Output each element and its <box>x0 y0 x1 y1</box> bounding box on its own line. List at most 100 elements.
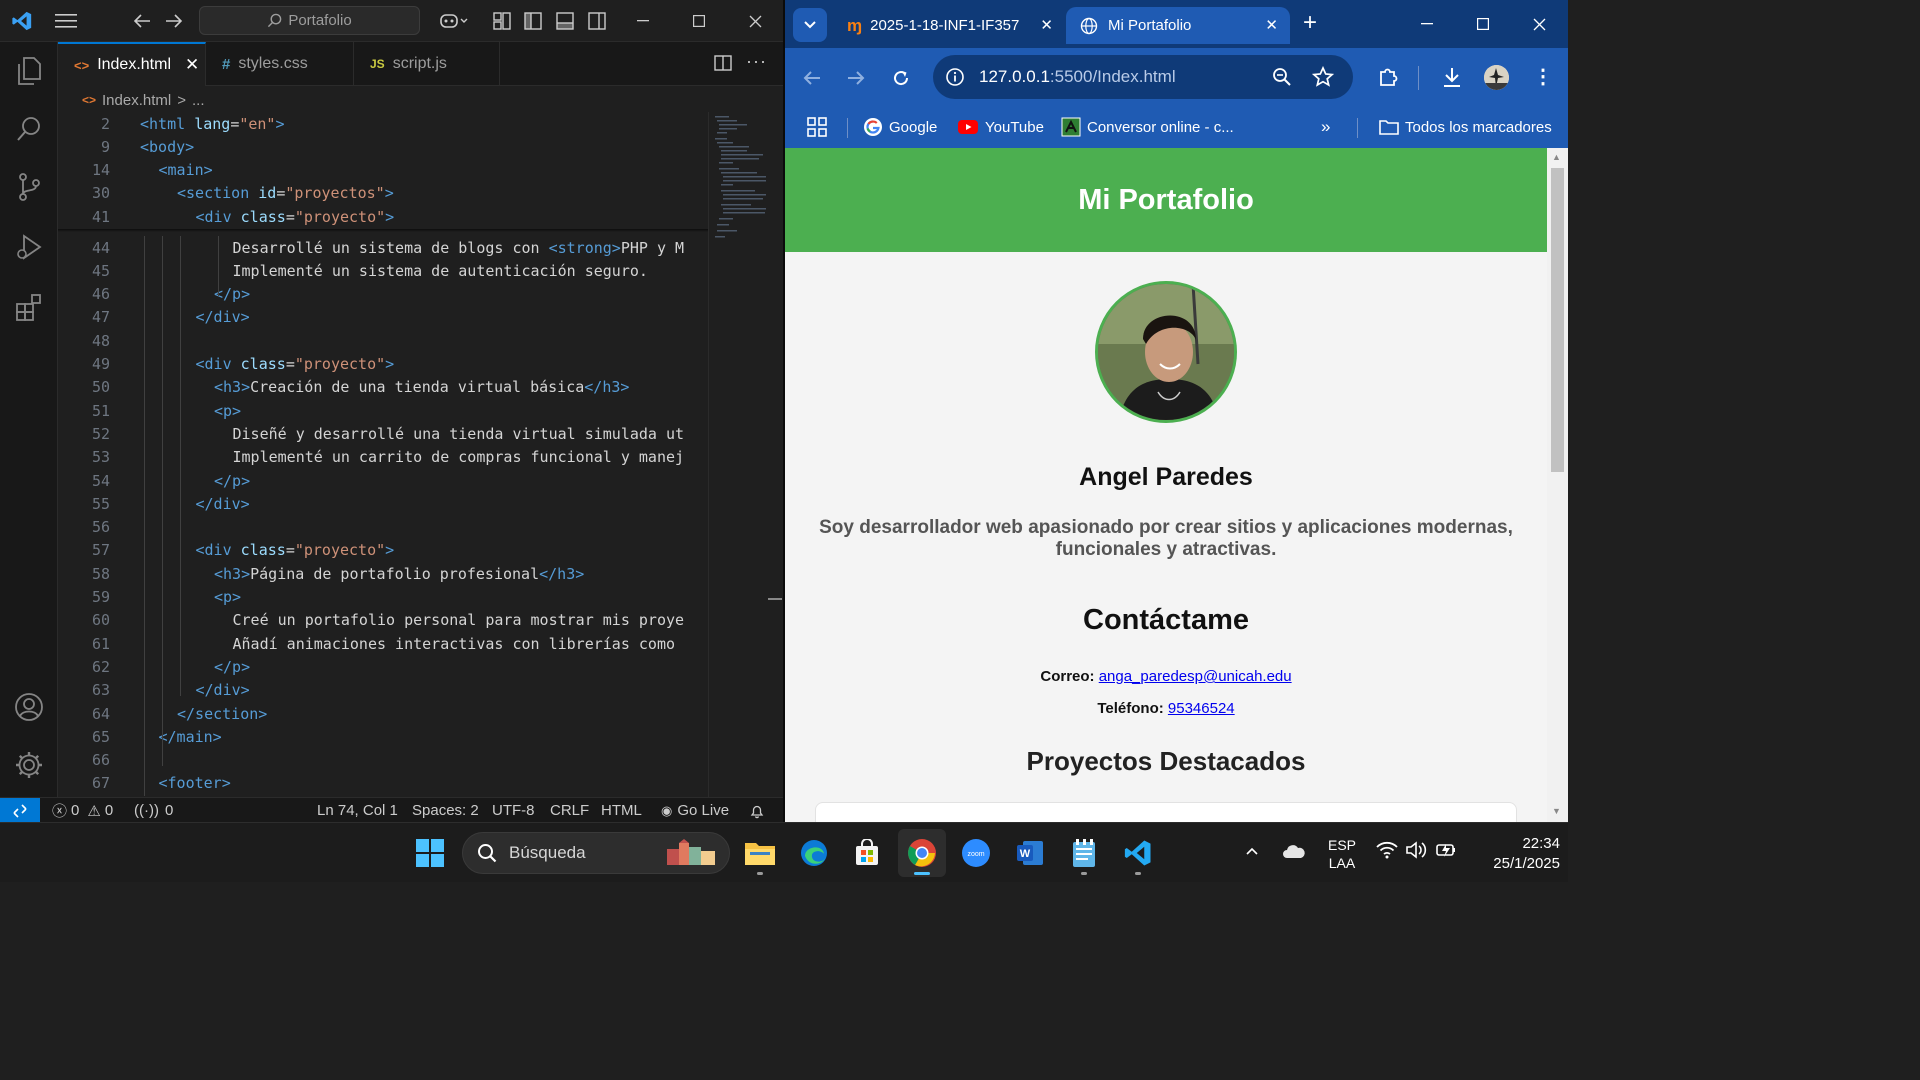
extensions-icon[interactable] <box>12 290 46 324</box>
cursor-position[interactable]: Ln 74, Col 1 <box>317 798 398 823</box>
email-link[interactable]: anga_paredesp@unicah.edu <box>1099 668 1292 685</box>
explorer-icon[interactable] <box>12 54 46 88</box>
ports-indicator[interactable]: ((·)) 0 <box>134 798 173 823</box>
toggle-sidebar-icon[interactable] <box>521 9 545 33</box>
copilot-icon[interactable] <box>436 9 472 33</box>
page-scrollbar[interactable]: ▲ ▼ <box>1547 148 1568 822</box>
taskbar-search[interactable]: Búsqueda <box>462 832 730 874</box>
sticky-code-line[interactable]: 41 <div class="proyecto"> <box>58 205 708 228</box>
download-icon[interactable] <box>1439 64 1465 90</box>
code-line[interactable]: 44 Desarrollé un sistema de blogs con <st… <box>58 236 708 259</box>
bookmark-youtube[interactable]: YouTube <box>957 114 1044 140</box>
browser-tab-moodle[interactable]: ɱ 2025-1-18-INF1-IF357 ✕ <box>833 7 1065 44</box>
minimap[interactable] <box>708 112 769 797</box>
code-editor[interactable]: 2 <html lang="en"> 9 <body> 14 <main> 30 <secti… <box>58 112 708 797</box>
tab-search-button[interactable] <box>793 8 827 42</box>
address-bar[interactable]: 127.0.0.1:5500/Index.html <box>933 55 1353 99</box>
toggle-secondary-sidebar-icon[interactable] <box>585 9 609 33</box>
code-line[interactable]: 58 <h3>Página de portafolio profesional</… <box>58 562 708 585</box>
code-line[interactable]: 55 </div> <box>58 492 708 515</box>
vscode-app[interactable] <box>1114 829 1162 877</box>
zoom-icon[interactable] <box>1272 67 1292 87</box>
sticky-code-line[interactable]: 30 <section id="proyectos"> <box>58 182 708 205</box>
bookmark-converter[interactable]: Conversor online - c... <box>1061 114 1234 140</box>
file-explorer-app[interactable] <box>736 829 784 877</box>
code-line[interactable]: 48 <box>58 329 708 352</box>
forward-arrow-icon[interactable] <box>843 65 869 91</box>
scroll-down-arrow-icon[interactable]: ▼ <box>1552 806 1561 816</box>
close-tab-icon[interactable]: ✕ <box>1040 16 1053 34</box>
notifications-bell-icon[interactable] <box>749 798 765 823</box>
go-live-button[interactable]: ◉ Go Live <box>661 798 729 823</box>
bookmark-star-icon[interactable] <box>1312 66 1334 88</box>
reload-icon[interactable] <box>888 65 914 91</box>
maximize-button[interactable] <box>1455 0 1511 48</box>
remote-indicator-icon[interactable] <box>0 798 40 823</box>
search-icon[interactable] <box>12 112 46 146</box>
new-tab-plus-icon[interactable]: + <box>1303 10 1317 36</box>
customize-layout-icon[interactable] <box>490 9 514 33</box>
back-arrow-icon[interactable] <box>130 9 154 33</box>
input-language-indicator[interactable]: ESP LAA <box>1322 836 1362 872</box>
close-tab-icon[interactable]: ✕ <box>1265 16 1278 34</box>
code-line[interactable]: 67 <footer> <box>58 772 708 795</box>
scroll-thumb[interactable] <box>1551 168 1564 472</box>
split-editor-icon[interactable] <box>714 54 732 77</box>
code-line[interactable]: 50 <h3>Creación de una tienda virtual bás… <box>58 376 708 399</box>
show-hidden-icons-chevron-icon[interactable] <box>1245 843 1259 861</box>
toggle-panel-icon[interactable] <box>553 9 577 33</box>
code-line[interactable]: 56 <box>58 516 708 539</box>
code-line[interactable]: 61 Añadí animaciones interactivas con lib… <box>58 632 708 655</box>
indentation[interactable]: Spaces: 2 <box>412 798 479 823</box>
tab-script-js[interactable]: JS script.js <box>354 42 500 86</box>
extensions-puzzle-icon[interactable] <box>1375 64 1401 90</box>
chrome-menu-icon[interactable]: ⋮ <box>1533 64 1553 90</box>
code-line[interactable]: 66 <box>58 749 708 772</box>
more-actions-icon[interactable]: ··· <box>746 51 767 72</box>
code-line[interactable]: 46 </p> <box>58 283 708 306</box>
zoom-app[interactable]: zoom <box>952 829 1000 877</box>
run-debug-icon[interactable] <box>12 230 46 264</box>
encoding[interactable]: UTF-8 <box>492 798 535 823</box>
problems-indicator[interactable]: ⓧ 0 ⚠ 0 <box>52 798 113 823</box>
sticky-code-line[interactable]: 14 <main> <box>58 159 708 182</box>
maximize-button[interactable] <box>671 0 727 42</box>
close-tab-icon[interactable]: ✕ <box>185 55 199 75</box>
close-button[interactable] <box>727 0 783 42</box>
code-line[interactable]: 53 Implementé un carrito de compras funci… <box>58 446 708 469</box>
onedrive-cloud-icon[interactable] <box>1282 843 1306 864</box>
microsoft-store-app[interactable] <box>843 829 891 877</box>
breadcrumb-rest[interactable]: ... <box>192 92 205 109</box>
code-line[interactable]: 57 <div class="proyecto"> <box>58 539 708 562</box>
chrome-app[interactable] <box>898 829 946 877</box>
code-line[interactable]: 45 Implementé un sistema de autenticación… <box>58 259 708 282</box>
command-center[interactable]: Portafolio <box>199 6 420 35</box>
language-mode[interactable]: HTML <box>601 798 642 823</box>
scroll-up-arrow-icon[interactable]: ▲ <box>1552 152 1561 162</box>
code-line[interactable]: 47 </div> <box>58 306 708 329</box>
code-line[interactable]: 54 </p> <box>58 469 708 492</box>
code-line[interactable]: 63 </div> <box>58 679 708 702</box>
profile-avatar[interactable] <box>1484 65 1509 90</box>
apps-grid-icon[interactable] <box>807 114 827 140</box>
code-line[interactable]: 60 Creé un portafolio personal para mostr… <box>58 609 708 632</box>
sticky-code-line[interactable]: 9 <body> <box>58 135 708 158</box>
system-clock[interactable]: 22:34 25/1/2025 <box>1466 834 1560 874</box>
start-button[interactable] <box>406 829 454 877</box>
volume-icon[interactable] <box>1405 841 1427 864</box>
code-line[interactable]: 59 <p> <box>58 586 708 609</box>
browser-tab-portafolio[interactable]: Mi Portafolio ✕ <box>1066 7 1290 44</box>
all-bookmarks-folder[interactable]: Todos los marcadores <box>1379 114 1552 140</box>
source-control-icon[interactable] <box>12 170 46 204</box>
tab-styles-css[interactable]: # styles.css <box>206 42 354 86</box>
menu-icon[interactable] <box>54 9 78 33</box>
word-app[interactable]: W <box>1006 829 1054 877</box>
forward-arrow-icon[interactable] <box>162 9 186 33</box>
phone-link[interactable]: 95346524 <box>1168 700 1235 717</box>
code-line[interactable]: 65 </main> <box>58 725 708 748</box>
settings-gear-icon[interactable] <box>12 748 46 782</box>
bookmark-google[interactable]: Google <box>863 114 937 140</box>
minimize-button[interactable] <box>1399 0 1455 48</box>
back-arrow-icon[interactable] <box>799 65 825 91</box>
battery-charging-icon[interactable] <box>1435 841 1457 864</box>
